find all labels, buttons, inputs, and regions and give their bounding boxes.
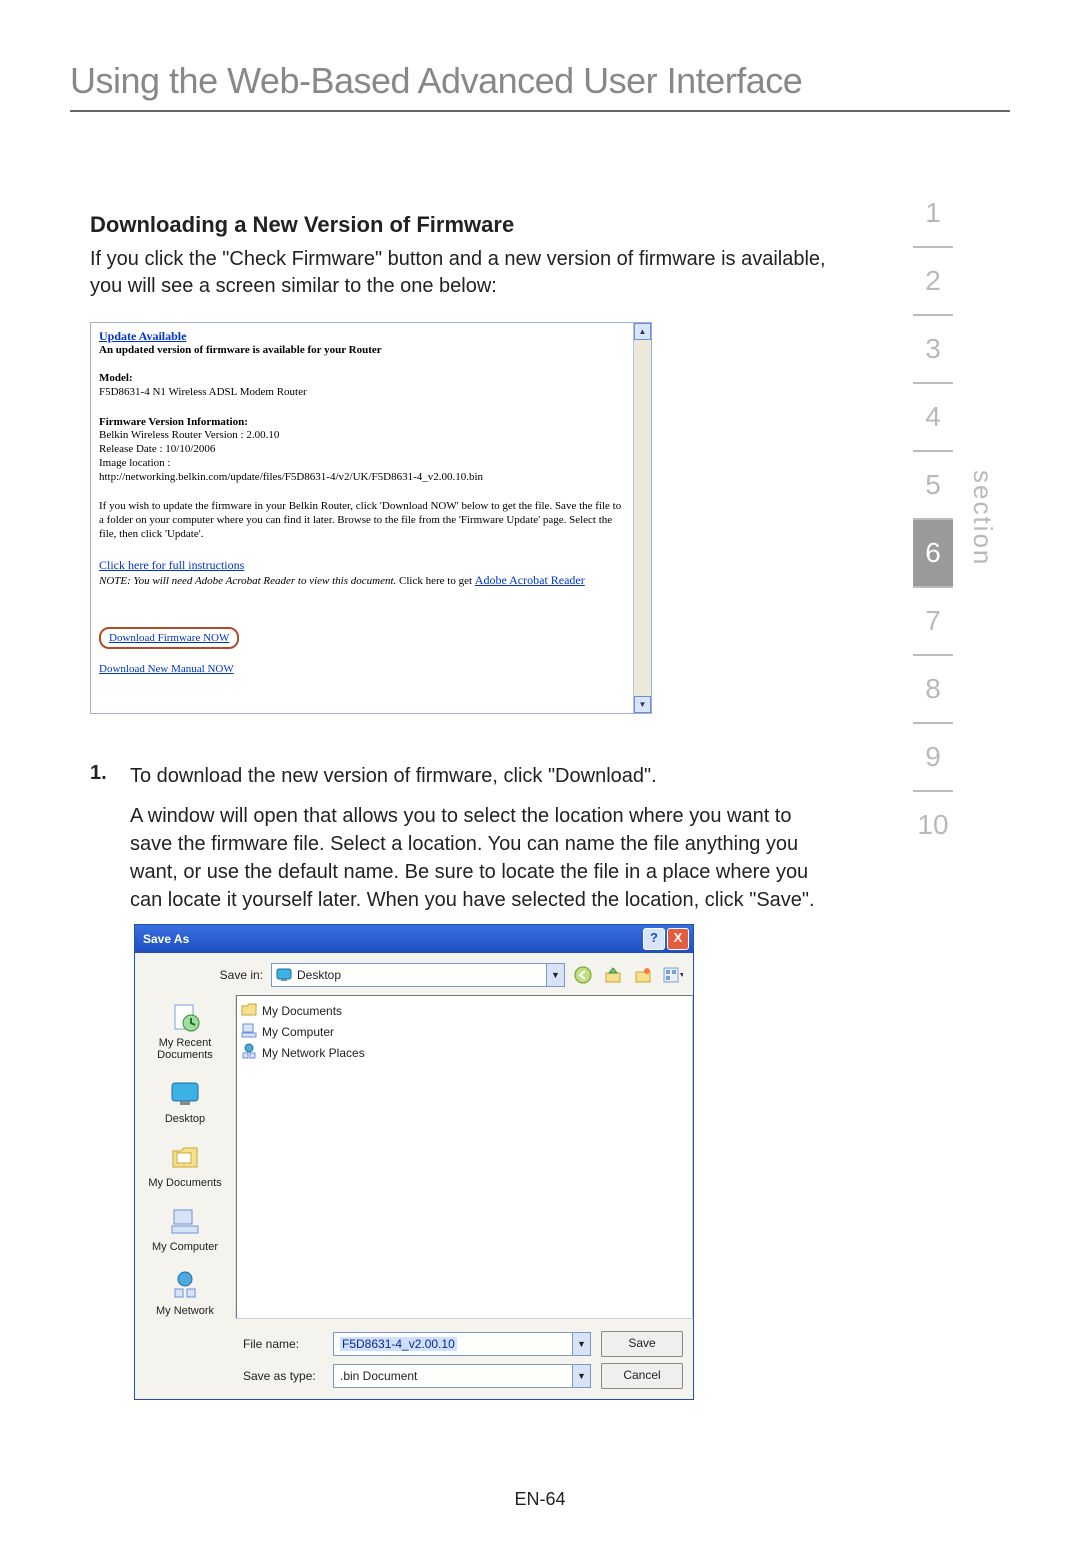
section-nav-item-10[interactable]: 10 xyxy=(913,792,953,858)
places-desktop[interactable]: Desktop xyxy=(140,1077,230,1125)
section-nav-item-9[interactable]: 9 xyxy=(913,724,953,792)
dialog-title: Save As xyxy=(143,932,189,946)
step1-line1: To download the new version of firmware,… xyxy=(130,762,830,790)
page-title: Using the Web-Based Advanced User Interf… xyxy=(70,60,1010,112)
note-link-text: Click here to get xyxy=(399,575,475,587)
update-available-link[interactable]: Update Available xyxy=(99,329,186,343)
update-available-panel: ▲ ▼ Update Available An updated version … xyxy=(90,322,652,714)
section-nav-item-5[interactable]: 5 xyxy=(913,452,953,520)
file-item[interactable]: My Documents xyxy=(241,1000,688,1021)
file-item-label: My Documents xyxy=(262,1004,342,1018)
my-network-icon xyxy=(169,1269,201,1301)
place-label: My Documents xyxy=(148,1177,221,1189)
up-icon[interactable] xyxy=(603,965,623,985)
places-my-recent-documents[interactable]: My Recent Documents xyxy=(140,1001,230,1061)
fw-info-label: Firmware Version Information: xyxy=(99,416,627,430)
step-number: 1. xyxy=(90,762,112,914)
download-manual-link[interactable]: Download New Manual NOW xyxy=(99,663,627,675)
places-my-documents[interactable]: My Documents xyxy=(140,1141,230,1189)
views-icon[interactable] xyxy=(663,965,683,985)
update-available-subtitle: An updated version of firmware is availa… xyxy=(99,344,627,356)
save-in-value: Desktop xyxy=(297,968,341,982)
section-nav-item-2[interactable]: 2 xyxy=(913,248,953,316)
file-name-label: File name: xyxy=(243,1337,323,1351)
fw-imgloc-label: Image location : xyxy=(99,457,627,471)
folder-icon xyxy=(241,1001,257,1020)
fw-imgloc-url: http://networking.belkin.com/update/file… xyxy=(99,471,627,485)
section-nav-item-4[interactable]: 4 xyxy=(913,384,953,452)
close-button[interactable]: X xyxy=(667,928,689,950)
file-name-field[interactable]: F5D8631-4_v2.00.10 ▼ xyxy=(333,1332,591,1356)
download-firmware-button[interactable]: Download Firmware NOW xyxy=(99,627,239,649)
my-documents-icon xyxy=(169,1141,201,1173)
place-label: My Computer xyxy=(152,1241,218,1253)
save-button[interactable]: Save xyxy=(601,1331,683,1357)
section-nav-item-6[interactable]: 6 xyxy=(913,520,953,588)
section-heading: Downloading a New Version of Firmware xyxy=(90,212,830,238)
save-as-type-field[interactable]: .bin Document ▼ xyxy=(333,1364,591,1388)
chevron-down-icon[interactable]: ▼ xyxy=(572,1365,590,1387)
instructions-paragraph: If you wish to update the firmware in yo… xyxy=(99,500,627,541)
model-label: Model: xyxy=(99,372,627,386)
file-item[interactable]: My Network Places xyxy=(241,1042,688,1063)
my-network-icon xyxy=(241,1043,257,1062)
save-as-type-value: .bin Document xyxy=(340,1369,417,1383)
new-folder-icon[interactable] xyxy=(633,965,653,985)
file-item-label: My Computer xyxy=(262,1025,334,1039)
back-icon[interactable] xyxy=(573,965,593,985)
section-nav-item-1[interactable]: 1 xyxy=(913,180,953,248)
save-in-label: Save in: xyxy=(195,968,263,982)
desktop-icon xyxy=(169,1077,201,1109)
scroll-down-icon[interactable]: ▼ xyxy=(634,696,651,713)
my-computer-icon xyxy=(241,1022,257,1041)
step1-line2: A window will open that allows you to se… xyxy=(130,802,830,914)
recent-docs-icon xyxy=(169,1001,201,1033)
help-button[interactable]: ? xyxy=(643,928,665,950)
my-computer-icon xyxy=(169,1205,201,1237)
save-as-dialog: Save As ? X Save in: Desktop ▼ xyxy=(134,924,694,1400)
scroll-up-icon[interactable]: ▲ xyxy=(634,323,651,340)
desktop-icon xyxy=(276,966,292,985)
save-as-type-label: Save as type: xyxy=(243,1369,323,1383)
places-my-computer[interactable]: My Computer xyxy=(140,1205,230,1253)
section-label: section xyxy=(967,470,998,566)
intro-paragraph: If you click the "Check Firmware" button… xyxy=(90,246,830,300)
file-item-label: My Network Places xyxy=(262,1046,365,1060)
section-nav: 12345678910 section xyxy=(913,180,998,858)
chevron-down-icon[interactable]: ▼ xyxy=(572,1333,590,1355)
cancel-button[interactable]: Cancel xyxy=(601,1363,683,1389)
section-nav-item-3[interactable]: 3 xyxy=(913,316,953,384)
full-instructions-link[interactable]: Click here for full instructions xyxy=(99,558,244,572)
section-nav-item-7[interactable]: 7 xyxy=(913,588,953,656)
save-in-combo[interactable]: Desktop ▼ xyxy=(271,963,565,987)
places-my-network[interactable]: My Network xyxy=(140,1269,230,1317)
file-item[interactable]: My Computer xyxy=(241,1021,688,1042)
chevron-down-icon[interactable]: ▼ xyxy=(546,964,564,986)
model-value: F5D8631-4 N1 Wireless ADSL Modem Router xyxy=(99,386,627,400)
fw-version: Belkin Wireless Router Version : 2.00.10 xyxy=(99,429,627,443)
page-number: EN-64 xyxy=(0,1489,1080,1510)
scrollbar[interactable]: ▲ ▼ xyxy=(633,323,651,713)
place-label: Desktop xyxy=(165,1113,205,1125)
adobe-reader-link[interactable]: Adobe Acrobat Reader xyxy=(475,573,585,587)
note-prefix: NOTE: You will need Adobe Acrobat Reader… xyxy=(99,575,396,587)
section-nav-item-8[interactable]: 8 xyxy=(913,656,953,724)
file-name-value: F5D8631-4_v2.00.10 xyxy=(340,1337,457,1351)
place-label: My Network xyxy=(156,1305,214,1317)
fw-release: Release Date : 10/10/2006 xyxy=(99,443,627,457)
place-label: My Recent Documents xyxy=(140,1037,230,1061)
